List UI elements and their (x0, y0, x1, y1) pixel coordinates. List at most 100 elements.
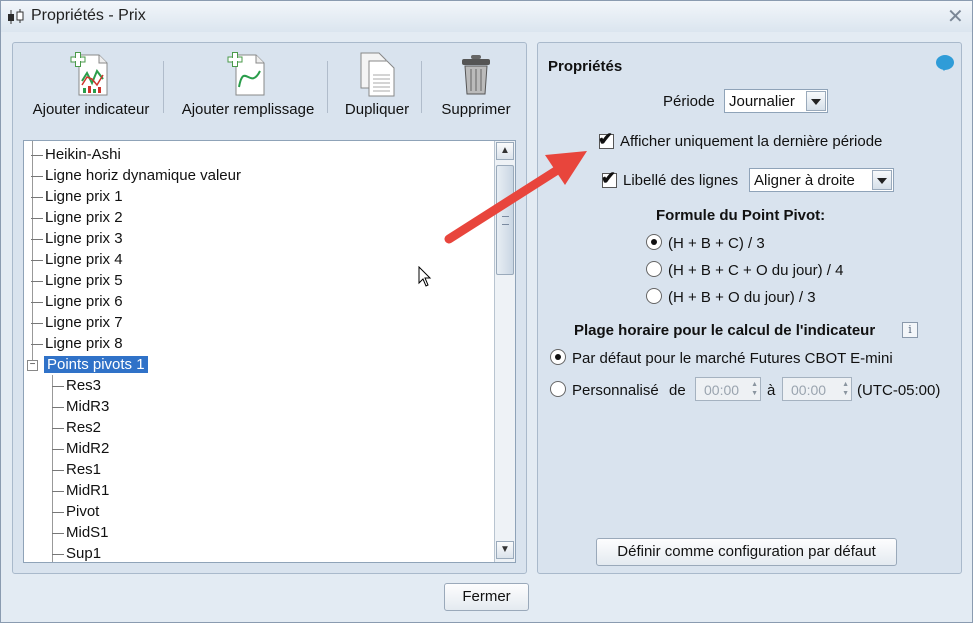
tree-child-item[interactable]: Sup1 (52, 544, 102, 562)
properties-title: Propriétés (548, 58, 623, 75)
toolbar-separator (163, 61, 164, 113)
formula-radio-1[interactable] (646, 234, 662, 250)
add-indicator-label: Ajouter indicateur (32, 101, 150, 118)
scroll-thumb[interactable] (496, 165, 514, 275)
title-bar[interactable]: Propriétés - Prix ✕ (1, 1, 972, 32)
candlestick-app-icon (8, 9, 24, 24)
tree-item-label: Ligne prix 4 (45, 251, 123, 268)
delete-button[interactable]: Supprimer (431, 51, 521, 118)
tree-item-label: Ligne prix 5 (45, 272, 123, 289)
toolbar-separator (327, 61, 328, 113)
tree-item-label: Ligne prix 8 (45, 335, 123, 352)
to-time-value: 00:00 (791, 382, 827, 398)
chevron-down-icon (806, 91, 826, 111)
period-label: Période (663, 93, 715, 110)
tree-child-item[interactable]: MidS1 (52, 523, 109, 543)
tree-child-item[interactable]: MidR2 (52, 439, 109, 459)
line-labels-select[interactable]: Aligner à droite (749, 168, 894, 192)
line-labels-label: Libellé des lignes (623, 172, 739, 189)
tree-item-selected[interactable]: Points pivots 1 (44, 355, 148, 375)
tree-child-item[interactable]: Res1 (52, 460, 101, 480)
toolbar-separator (421, 61, 422, 113)
tree-item[interactable]: Ligne prix 4 (31, 250, 123, 270)
add-fill-icon (227, 52, 265, 96)
formula-option-1: (H + B + C) / 3 (668, 235, 765, 252)
tree-item[interactable]: Ligne prix 5 (31, 271, 123, 291)
tree-item-label: Ligne prix 3 (45, 230, 123, 247)
default-time-label: Par défaut pour le marché Futures CBOT E… (572, 350, 893, 367)
show-last-period-checkbox[interactable]: ✔ (598, 129, 614, 149)
formula-radio-3[interactable] (646, 288, 662, 304)
period-select[interactable]: Journalier (724, 89, 828, 113)
duplicate-button[interactable]: Dupliquer (335, 51, 419, 118)
info-icon[interactable]: i (902, 322, 918, 338)
properties-dialog: Propriétés - Prix ✕ Ajouter indicateur A… (0, 0, 973, 623)
close-button[interactable]: Fermer (444, 583, 529, 611)
tree-item-label: Points pivots 1 (44, 356, 148, 373)
tree-item-label: Res1 (66, 461, 102, 478)
mouse-cursor-icon (418, 266, 432, 287)
tree-item[interactable]: Ligne prix 6 (31, 292, 123, 312)
tree-child-item[interactable]: MidR3 (52, 397, 109, 417)
chevron-down-icon (872, 170, 892, 190)
tree-item-label: Ligne prix 2 (45, 209, 123, 226)
tree-item-label: Ligne horiz dynamique valeur (45, 167, 241, 184)
tree-item[interactable]: Ligne prix 2 (31, 208, 123, 228)
scroll-up-icon[interactable]: ▲ (496, 142, 514, 160)
tree-item-label: Heikin-Ashi (45, 146, 121, 163)
line-labels-value: Aligner à droite (754, 172, 855, 189)
tree-item[interactable]: Ligne prix 3 (31, 229, 123, 249)
tree-item[interactable]: Ligne prix 7 (31, 313, 123, 333)
tree-item-label: Ligne prix 1 (45, 188, 123, 205)
indicator-list-panel: Ajouter indicateur Ajouter remplissage D (12, 42, 527, 574)
scroll-down-icon[interactable]: ▼ (496, 541, 514, 559)
tree-item-label: MidR1 (66, 482, 110, 499)
duplicate-label: Dupliquer (344, 101, 410, 118)
tree-item-label: MidR3 (66, 398, 110, 415)
tree-scrollbar[interactable]: ▲ ▼ (494, 141, 515, 562)
tree-item-label: MidR2 (66, 440, 110, 457)
tree-item-label: Pivot (66, 503, 100, 520)
add-indicator-button[interactable]: Ajouter indicateur (21, 51, 161, 118)
to-time-spinner[interactable]: 00:00 ▲ ▼ (782, 377, 852, 401)
line-labels-checkbox[interactable]: ✔ (601, 168, 617, 188)
trash-icon (462, 55, 490, 95)
tree-item[interactable]: Ligne prix 1 (31, 187, 123, 207)
spinner-arrows-icon: ▲ ▼ (842, 381, 849, 397)
formula-option-3: (H + B + O du jour) / 3 (668, 289, 816, 306)
window-title: Propriétés - Prix (31, 7, 146, 24)
formula-radio-2[interactable] (646, 261, 662, 277)
tree-item[interactable]: Ligne horiz dynamique valeur (31, 166, 241, 186)
add-indicator-icon (70, 52, 108, 96)
set-default-button[interactable]: Définir comme configuration par défaut (596, 538, 897, 566)
help-bubble-icon[interactable] (936, 55, 954, 71)
tree-item[interactable]: Heikin-Ashi (31, 145, 121, 165)
properties-panel: Propriétés Période Journalier ✔ Afficher… (537, 42, 962, 574)
tree-item-label: Sup1 (66, 545, 102, 562)
tree-item-label: Ligne prix 6 (45, 293, 123, 310)
period-value: Journalier (729, 93, 795, 110)
default-time-radio[interactable] (550, 349, 566, 365)
from-time-spinner[interactable]: 00:00 ▲ ▼ (695, 377, 761, 401)
add-fill-button[interactable]: Ajouter remplissage (173, 51, 323, 118)
tree-child-item[interactable]: Pivot (52, 502, 99, 522)
delete-label: Supprimer (441, 101, 511, 118)
custom-time-label: Personnalisé (572, 382, 659, 399)
duplicate-icon (360, 52, 395, 97)
tree-item[interactable]: Ligne prix 8 (31, 334, 123, 354)
close-icon[interactable]: ✕ (947, 4, 964, 29)
spinner-arrows-icon: ▲ ▼ (751, 381, 758, 397)
tree-item-label: Res3 (66, 377, 102, 394)
collapse-toggle-icon[interactable]: − (27, 360, 38, 371)
indicator-tree[interactable]: Heikin-Ashi Ligne horiz dynamique valeur… (23, 140, 516, 563)
formula-title: Formule du Point Pivot: (656, 207, 826, 224)
formula-option-2: (H + B + C + O du jour) / 4 (668, 262, 844, 279)
timezone-label: (UTC-05:00) (857, 382, 941, 399)
tree-child-item[interactable]: Res2 (52, 418, 101, 438)
tree-item-label: Ligne prix 7 (45, 314, 123, 331)
tree-child-item[interactable]: Res3 (52, 376, 101, 396)
time-range-title: Plage horaire pour le calcul de l'indica… (574, 322, 876, 339)
tree-item-label: MidS1 (66, 524, 109, 541)
tree-child-item[interactable]: MidR1 (52, 481, 109, 501)
custom-time-radio[interactable] (550, 381, 566, 397)
